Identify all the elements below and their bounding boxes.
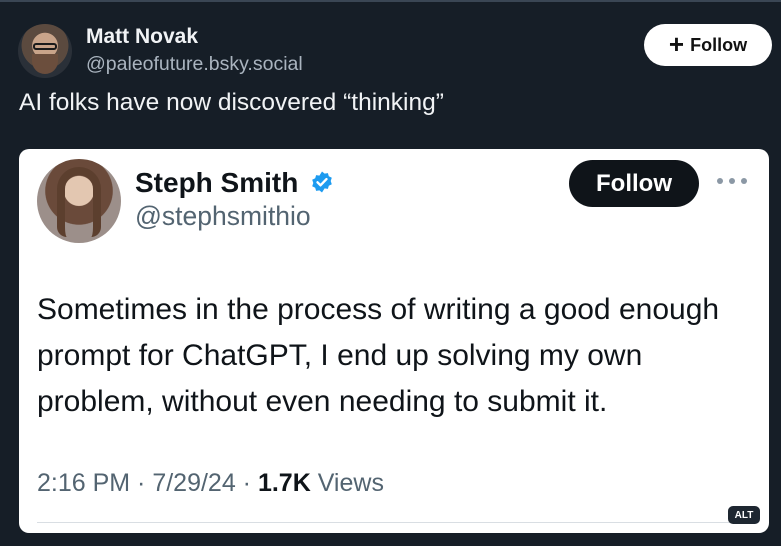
follow-button-label: Follow [690,34,748,55]
embedded-follow-button: Follow [569,160,699,207]
author-avatar[interactable] [18,24,72,78]
author-name[interactable]: Matt Novak [86,25,198,49]
alt-text-badge[interactable]: ALT [728,506,760,524]
embedded-divider [37,522,751,523]
embedded-author-name: Steph Smith [135,167,299,198]
embedded-tweet-text: Sometimes in the process of writing a go… [37,293,720,418]
tweet-views-label: Views [310,469,384,497]
tweet-time: 2:16 PM · 7/29/24 · [37,469,258,497]
post-text: AI folks have now discovered “thinking” [19,89,444,116]
embedded-author-avatar [37,159,121,243]
embedded-tweet-meta: 2:16 PM · 7/29/24 · 1.7K Views [37,469,384,498]
plus-icon: + [668,28,685,59]
author-handle[interactable]: @paleofuture.bsky.social [86,53,303,76]
verified-badge-icon [312,171,332,193]
follow-button[interactable]: + Follow [644,24,772,66]
more-options-icon [717,178,747,186]
embedded-author-handle: @stephsmithio [135,201,311,231]
embedded-tweet-image[interactable]: Steph Smith @stephsmithio Follow Sometim… [19,149,769,533]
tweet-views-count: 1.7K [257,469,311,497]
top-divider [0,0,781,2]
